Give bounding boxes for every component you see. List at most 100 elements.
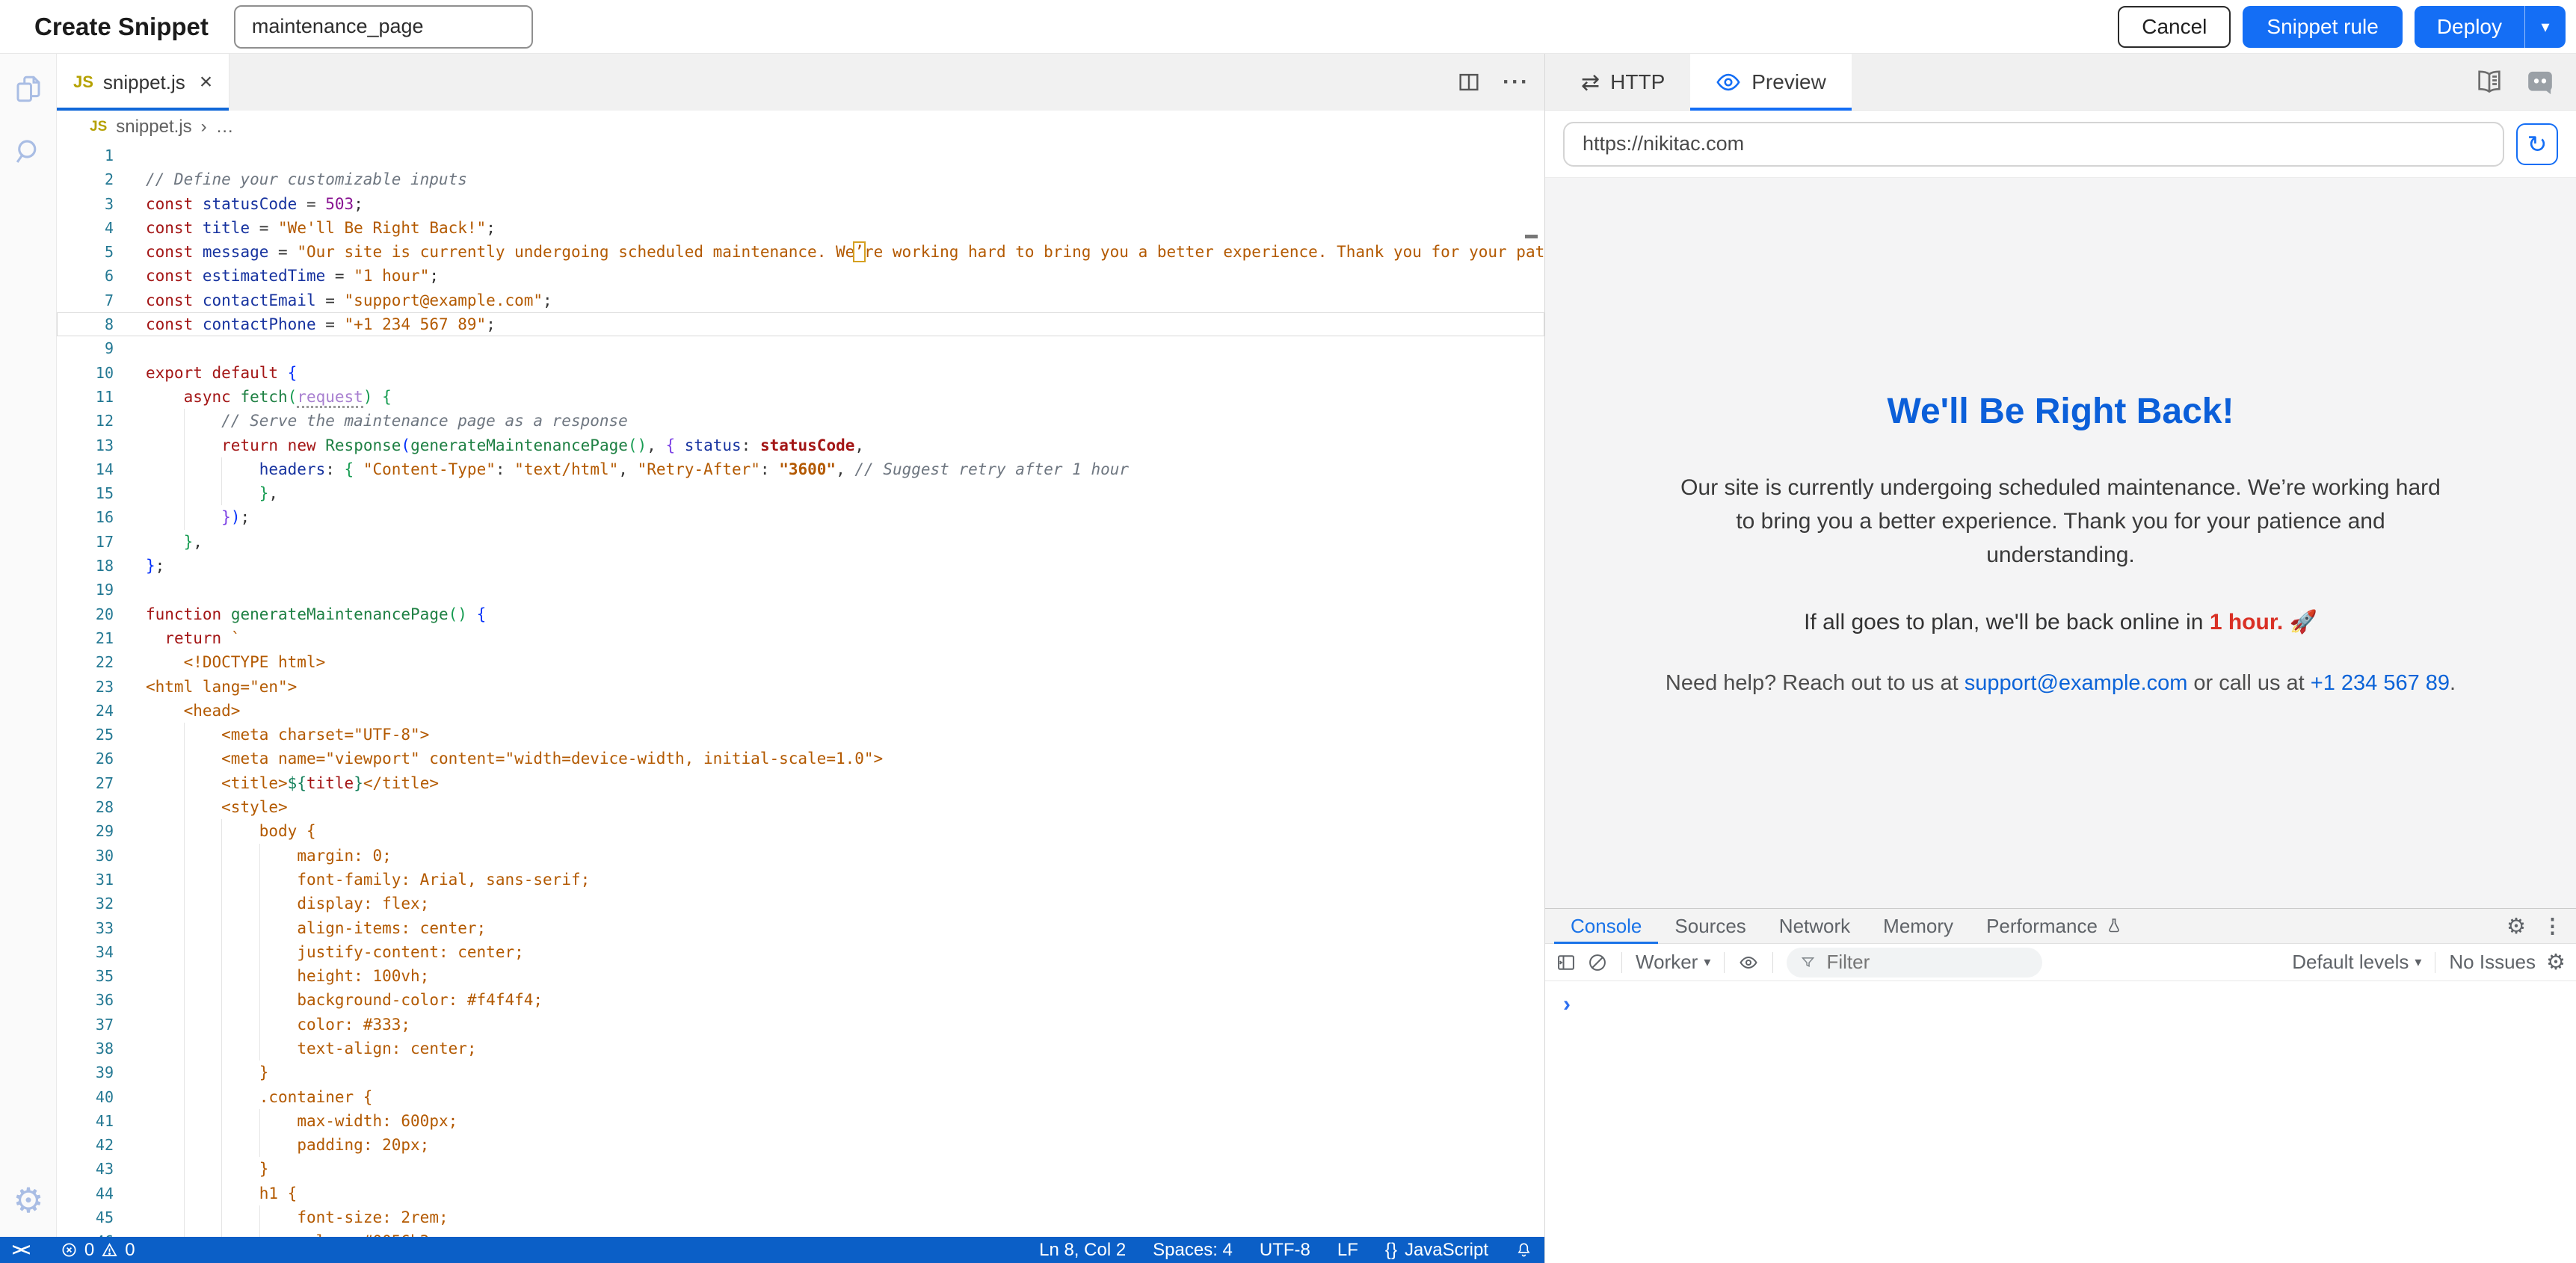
line-number: 22 [57, 650, 114, 674]
code-line-16[interactable]: 16 }); [57, 505, 1544, 529]
code-line-22[interactable]: 22 <!DOCTYPE html> [57, 650, 1544, 674]
code-line-19[interactable]: 19 [57, 578, 1544, 602]
snippet-name-input[interactable] [234, 5, 533, 49]
code-line-6[interactable]: 6const estimatedTime = "1 hour"; [57, 264, 1544, 288]
code-line-13[interactable]: 13 return new Response(generateMaintenan… [57, 433, 1544, 457]
code-line-12[interactable]: 12 // Serve the maintenance page as a re… [57, 409, 1544, 433]
code-line-10[interactable]: 10export default { [57, 361, 1544, 385]
indentation-setting[interactable]: Spaces: 4 [1153, 1240, 1233, 1261]
code-line-24[interactable]: 24 <head> [57, 699, 1544, 723]
code-line-37[interactable]: 37 color: #333; [57, 1013, 1544, 1037]
close-icon[interactable]: × [200, 71, 213, 93]
cancel-button[interactable]: Cancel [2118, 6, 2231, 48]
remote-indicator-icon[interactable]: >< [12, 1240, 29, 1260]
code-line-8[interactable]: 8const contactPhone = "+1 234 567 89"; [57, 312, 1544, 336]
console-sidebar-toggle-icon[interactable] [1556, 952, 1577, 973]
deploy-button[interactable]: Deploy [2415, 6, 2524, 48]
console-body[interactable]: › [1545, 981, 2576, 1028]
code-line-32[interactable]: 32 display: flex; [57, 892, 1544, 915]
problems-counter[interactable]: 0 0 [61, 1240, 135, 1261]
code-line-29[interactable]: 29 body { [57, 819, 1544, 843]
code-editor[interactable]: 12// Define your customizable inputs3con… [57, 143, 1544, 1237]
gear-icon[interactable]: ⚙ [2506, 913, 2526, 939]
code-line-1[interactable]: 1 [57, 143, 1544, 167]
code-line-39[interactable]: 39 } [57, 1060, 1544, 1084]
search-icon[interactable] [0, 136, 57, 167]
more-actions-icon[interactable]: ··· [1503, 70, 1529, 95]
code-line-2[interactable]: 2// Define your customizable inputs [57, 167, 1544, 191]
settings-gear-icon[interactable]: ⚙ [0, 1180, 57, 1220]
deploy-dropdown-button[interactable]: ▾ [2524, 6, 2566, 48]
code-line-18[interactable]: 18}; [57, 554, 1544, 578]
code-line-11[interactable]: 11 async fetch(request) { [57, 385, 1544, 409]
code-line-17[interactable]: 17 }, [57, 530, 1544, 554]
code-line-28[interactable]: 28 <style> [57, 795, 1544, 819]
code-line-44[interactable]: 44 h1 { [57, 1182, 1544, 1205]
refresh-button[interactable]: ↻ [2516, 123, 2558, 165]
log-levels-dropdown[interactable]: Default levels▾ [2292, 951, 2421, 974]
filter-input[interactable] [1825, 950, 2029, 975]
code-line-38[interactable]: 38 text-align: center; [57, 1037, 1544, 1060]
maintenance-message: Our site is currently undergoing schedul… [1672, 471, 2450, 572]
console-filter[interactable] [1787, 948, 2042, 978]
tab-sources[interactable]: Sources [1658, 909, 1762, 944]
discord-icon[interactable] [2525, 67, 2555, 97]
code-line-9[interactable]: 9 [57, 336, 1544, 360]
code-line-15[interactable]: 15 }, [57, 481, 1544, 505]
preview-url-input[interactable] [1563, 122, 2504, 167]
kebab-menu-icon[interactable]: ⋮ [2542, 915, 2563, 938]
breadcrumb[interactable]: JS snippet.js › … [57, 111, 1544, 143]
code-line-14[interactable]: 14 headers: { "Content-Type": "text/html… [57, 457, 1544, 481]
bell-icon[interactable] [1515, 1241, 1532, 1259]
breadcrumb-file[interactable]: snippet.js [116, 117, 191, 138]
code-line-42[interactable]: 42 padding: 20px; [57, 1133, 1544, 1157]
code-line-25[interactable]: 25 <meta charset="UTF-8"> [57, 723, 1544, 747]
code-line-21[interactable]: 21 return ` [57, 626, 1544, 650]
tab-memory[interactable]: Memory [1867, 909, 1970, 944]
code-line-36[interactable]: 36 background-color: #f4f4f4; [57, 988, 1544, 1012]
execution-context-selector[interactable]: Worker▾ [1636, 951, 1710, 974]
tab-console[interactable]: Console [1554, 909, 1658, 944]
code-line-34[interactable]: 34 justify-content: center; [57, 940, 1544, 964]
live-expression-eye-icon[interactable] [1738, 952, 1759, 973]
code-line-30[interactable]: 30 margin: 0; [57, 844, 1544, 868]
code-line-46[interactable]: 46 color: #0056b3 [57, 1229, 1544, 1237]
code-line-31[interactable]: 31 font-family: Arial, sans-serif; [57, 868, 1544, 892]
console-prompt-chevron[interactable]: › [1563, 992, 1571, 1016]
support-email-link[interactable]: support@example.com [1965, 671, 2188, 695]
language-mode[interactable]: {} JavaScript [1385, 1240, 1488, 1261]
code-line-5[interactable]: 5const message = "Our site is currently … [57, 240, 1544, 264]
tab-performance[interactable]: Performance [1970, 909, 2139, 944]
code-line-33[interactable]: 33 align-items: center; [57, 916, 1544, 940]
code-line-45[interactable]: 45 font-size: 2rem; [57, 1205, 1544, 1229]
snippet-rule-button[interactable]: Snippet rule [2243, 6, 2402, 48]
code-line-4[interactable]: 4const title = "We'll Be Right Back!"; [57, 216, 1544, 240]
code-line-41[interactable]: 41 max-width: 600px; [57, 1109, 1544, 1133]
code-line-27[interactable]: 27 <title>${title}</title> [57, 771, 1544, 795]
maintenance-title: We'll Be Right Back! [1888, 391, 2234, 432]
tab-preview[interactable]: Preview [1690, 54, 1852, 111]
code-line-3[interactable]: 3const statusCode = 503; [57, 192, 1544, 216]
encoding-setting[interactable]: UTF-8 [1260, 1240, 1310, 1261]
code-line-40[interactable]: 40 .container { [57, 1085, 1544, 1109]
line-number: 15 [57, 481, 114, 505]
issues-counter[interactable]: No Issues [2449, 951, 2536, 974]
code-line-26[interactable]: 26 <meta name="viewport" content="width=… [57, 747, 1544, 771]
breadcrumb-more[interactable]: … [216, 117, 234, 138]
cursor-position[interactable]: Ln 8, Col 2 [1039, 1240, 1126, 1261]
support-phone-link[interactable]: +1 234 567 89 [2311, 671, 2450, 695]
files-icon[interactable] [0, 73, 57, 105]
split-editor-icon[interactable] [1456, 70, 1482, 95]
code-line-23[interactable]: 23<html lang="en"> [57, 675, 1544, 699]
tab-network[interactable]: Network [1763, 909, 1867, 944]
eol-setting[interactable]: LF [1337, 1240, 1358, 1261]
console-settings-gear-icon[interactable]: ⚙ [2546, 949, 2566, 975]
clear-console-icon[interactable] [1587, 952, 1608, 973]
code-line-20[interactable]: 20function generateMaintenancePage() { [57, 602, 1544, 626]
tab-snippet-js[interactable]: JS snippet.js × [57, 54, 229, 111]
code-line-43[interactable]: 43 } [57, 1157, 1544, 1181]
code-line-7[interactable]: 7const contactEmail = "support@example.c… [57, 288, 1544, 312]
tab-http[interactable]: ⇄ HTTP [1556, 54, 1690, 111]
docs-book-icon[interactable] [2474, 67, 2504, 97]
code-line-35[interactable]: 35 height: 100vh; [57, 964, 1544, 988]
